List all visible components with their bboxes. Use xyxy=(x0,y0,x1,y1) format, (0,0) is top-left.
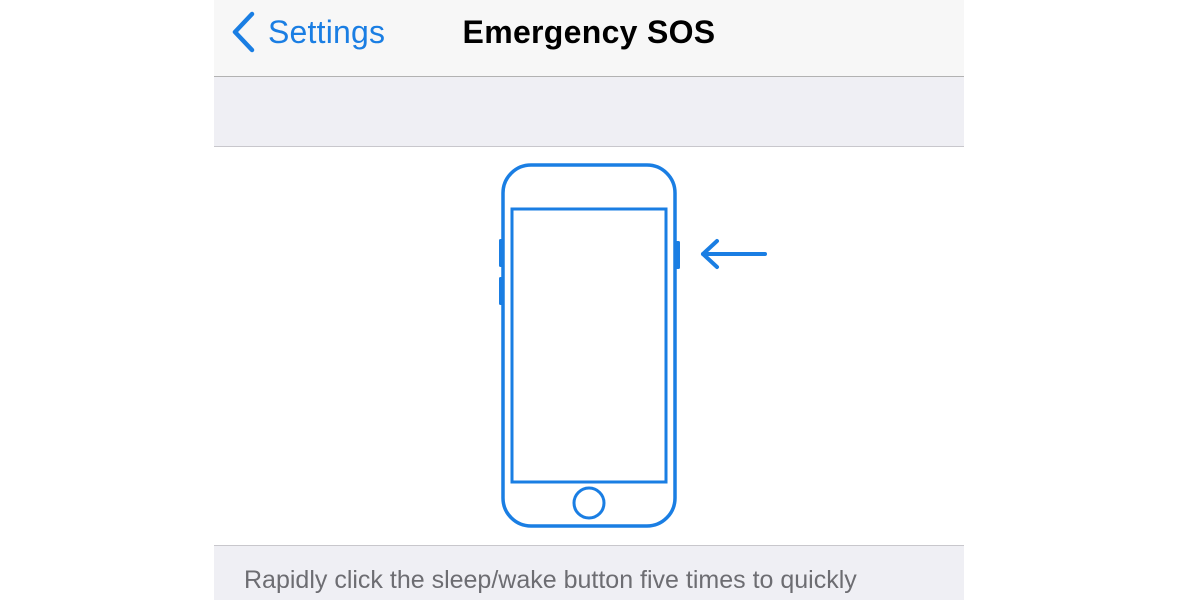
navigation-bar: Settings Emergency SOS xyxy=(214,0,964,77)
section-spacer xyxy=(214,77,964,147)
section-footer: Rapidly click the sleep/wake button five… xyxy=(214,545,964,600)
page-title: Emergency SOS xyxy=(462,14,716,50)
settings-screen: Settings Emergency SOS Rapidly click the… xyxy=(214,0,964,600)
iphone-outline-icon xyxy=(499,163,767,528)
sos-illustration xyxy=(214,147,964,545)
left-arrow-icon xyxy=(701,239,767,269)
footer-description: Rapidly click the sleep/wake button five… xyxy=(244,566,857,594)
